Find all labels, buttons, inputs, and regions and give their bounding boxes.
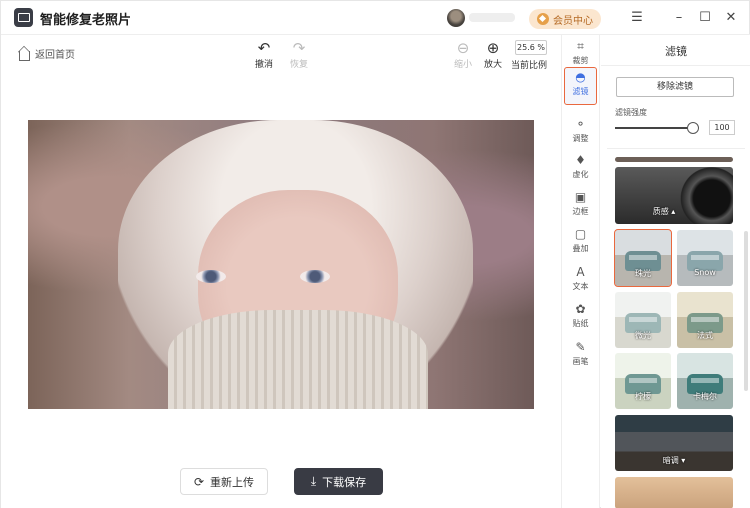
filter-category-texture[interactable]: 质感 ▴ <box>615 167 733 224</box>
rail-item-text[interactable]: A 文本 <box>564 263 597 301</box>
filter-drop-icon: ◓ <box>575 70 586 84</box>
home-icon <box>19 50 30 61</box>
redo-label: 恢复 <box>289 60 308 70</box>
rail-item-overlay[interactable]: ▢ 叠加 <box>564 225 597 263</box>
filter-category2-label: 暗调 ▾ <box>662 456 686 465</box>
undo-label: 撤消 <box>254 60 273 70</box>
download-save-button[interactable]: ⤓ 下载保存 <box>294 468 383 495</box>
rail-item-label: 贴纸 <box>572 319 589 328</box>
filter-panel: 滤镜 移除滤镜 滤镜强度 100 质感 ▴ 珠光 Snow 微光 法式 柠檬 卡… <box>601 35 750 508</box>
text-icon: A <box>576 265 585 279</box>
rail-item-sticker[interactable]: ✿ 贴纸 <box>564 300 597 338</box>
filter-thumb[interactable]: 卡梅尔 <box>677 353 733 409</box>
back-home-link[interactable]: 返回首页 <box>19 46 75 61</box>
slider-thumb[interactable] <box>687 122 699 134</box>
zoom-out-button[interactable]: ⊖ 缩小 <box>447 39 479 70</box>
menu-icon[interactable]: ☰ <box>629 9 645 25</box>
tool-rail: ⌗ 裁剪 ◓ 滤镜 ⚬ 调整 ♦ 虚化 ▣ 边框 ▢ 叠加 A 文本 ✿ 贴纸 <box>561 35 600 508</box>
filter-category-label: 质感 ▴ <box>652 207 676 216</box>
rail-item-adjust[interactable]: ⚬ 调整 <box>564 115 597 153</box>
app-title: 智能修复老照片 <box>40 13 132 28</box>
filter-thumb[interactable]: 柠檬 <box>615 353 671 409</box>
rail-item-label: 调整 <box>572 134 589 143</box>
zoom-in-icon: ⊕ <box>486 39 500 57</box>
brush-icon: ✎ <box>575 340 586 354</box>
frame-icon: ▣ <box>574 190 587 204</box>
overlay-icon: ▢ <box>574 227 587 241</box>
reupload-button[interactable]: ⟳ 重新上传 <box>180 468 268 495</box>
app-logo-icon <box>14 8 33 27</box>
filter-thumb-partial[interactable] <box>615 157 733 162</box>
photo-sweater <box>168 310 428 409</box>
remove-filter-button[interactable]: 移除滤镜 <box>616 77 734 97</box>
filter-thumb-label: 卡梅尔 <box>693 392 717 401</box>
filter-thumb-partial[interactable] <box>615 477 733 508</box>
photo-preview[interactable] <box>28 120 534 409</box>
vip-center-label: 会员中心 <box>553 15 593 27</box>
rail-item-label: 滤镜 <box>572 87 589 96</box>
filter-category-dark[interactable]: 暗调 ▾ <box>615 415 733 471</box>
panel-title: 滤镜 <box>665 45 687 58</box>
sticker-icon: ✿ <box>575 302 586 316</box>
filter-thumb-label: 柠檬 <box>635 392 651 401</box>
panel-scrollbar[interactable] <box>744 231 748 391</box>
rail-item-filter[interactable]: ◓ 滤镜 <box>564 67 597 105</box>
avatar[interactable] <box>447 9 465 27</box>
photo-eye-right <box>300 270 330 283</box>
filter-thumb[interactable]: Snow <box>677 230 733 286</box>
title-bar: 智能修复老照片 会员中心 ☰ – ☐ ✕ <box>1 1 750 35</box>
zoom-value[interactable]: 25.6 % <box>515 40 547 55</box>
filter-strength-value[interactable]: 100 <box>709 120 735 135</box>
filter-thumb-label: 珠光 <box>635 269 651 278</box>
vip-center-button[interactable]: 会员中心 <box>529 9 601 29</box>
reupload-label: 重新上传 <box>210 475 255 489</box>
rail-item-label: 裁剪 <box>572 56 589 65</box>
zoom-out-icon: ⊖ <box>456 39 470 57</box>
slider-fill <box>615 127 693 129</box>
diamond-icon <box>537 13 549 25</box>
divider <box>607 148 745 149</box>
rail-item-frame[interactable]: ▣ 边框 <box>564 188 597 226</box>
filter-thumb-label: 微光 <box>635 331 651 340</box>
rail-item-label: 文本 <box>572 282 589 291</box>
crop-icon: ⌗ <box>577 39 584 53</box>
rail-item-label: 边框 <box>572 207 589 216</box>
download-save-label: 下载保存 <box>322 475 367 489</box>
back-home-label: 返回首页 <box>35 50 75 61</box>
refresh-icon: ⟳ <box>193 474 205 489</box>
filter-strength-label: 滤镜强度 <box>615 108 647 117</box>
filter-thumb-label: Snow <box>694 268 716 277</box>
minimize-button[interactable]: – <box>671 9 687 25</box>
zoom-in-button[interactable]: ⊕ 放大 <box>477 39 509 70</box>
divider <box>601 65 750 66</box>
canvas-area: ⟳ 重新上传 ⤓ 下载保存 <box>1 71 561 508</box>
filter-thumb[interactable]: 微光 <box>615 292 671 348</box>
rail-item-label: 叠加 <box>572 244 589 253</box>
filter-thumb[interactable]: 法式 <box>677 292 733 348</box>
rail-item-label: 虚化 <box>572 170 589 179</box>
filter-thumb-label: 法式 <box>697 331 713 340</box>
rail-item-brush[interactable]: ✎ 画笔 <box>564 338 597 376</box>
maximize-button[interactable]: ☐ <box>697 9 713 25</box>
redo-button[interactable]: ↷ 恢复 <box>283 39 315 70</box>
filter-strength-slider[interactable] <box>615 122 699 134</box>
app-window: 智能修复老照片 会员中心 ☰ – ☐ ✕ 返回首页 ↶ 撤消 ↷ 恢复 ⊖ 缩小… <box>0 0 750 508</box>
zoom-in-label: 放大 <box>483 60 502 70</box>
username-placeholder[interactable] <box>469 13 515 22</box>
undo-button[interactable]: ↶ 撤消 <box>248 39 280 70</box>
zoom-out-label: 缩小 <box>453 60 472 70</box>
rail-item-label: 画笔 <box>572 357 589 366</box>
filter-thumb[interactable]: 珠光 <box>614 229 672 287</box>
undo-icon: ↶ <box>257 39 271 57</box>
close-button[interactable]: ✕ <box>723 9 739 25</box>
blur-drop-icon: ♦ <box>575 153 586 167</box>
adjust-icon: ⚬ <box>575 117 586 131</box>
redo-icon: ↷ <box>292 39 306 57</box>
photo-eye-left <box>196 270 226 283</box>
download-icon: ⤓ <box>310 474 317 488</box>
rail-item-blur[interactable]: ♦ 虚化 <box>564 151 597 189</box>
zoom-current-label: 当前比例 <box>511 61 548 71</box>
